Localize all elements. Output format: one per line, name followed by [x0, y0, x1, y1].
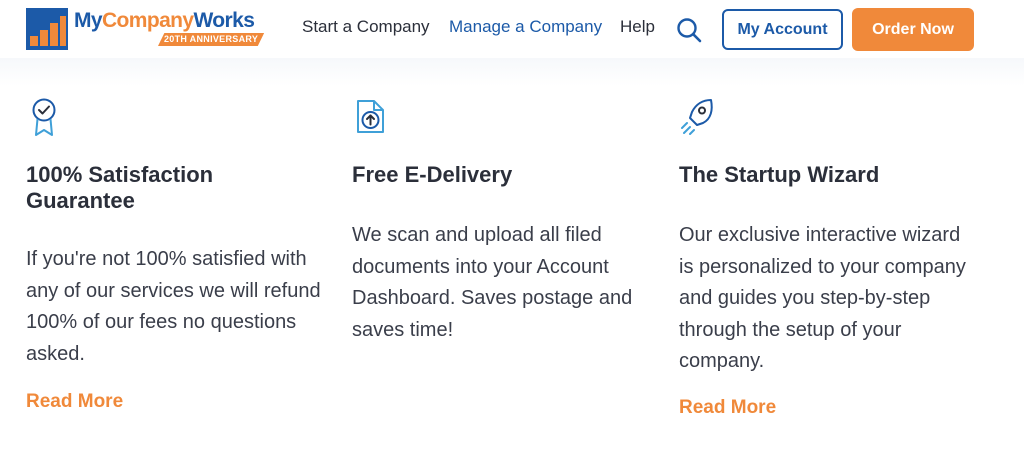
- company-logo[interactable]: MyCompanyWorks 20TH ANNIVERSARY: [26, 8, 266, 50]
- feature-description: Our exclusive interactive wizard is pers…: [679, 224, 966, 372]
- award-ribbon-check-icon: [32, 98, 56, 136]
- feature-description: If you're not 100% satisfied with any of…: [26, 248, 321, 365]
- logo-word-company: Company: [101, 9, 194, 32]
- nav-start-a-company[interactable]: Start a Company: [302, 16, 430, 38]
- bar-chart-logo-icon: [26, 8, 68, 50]
- nav-manage-a-company[interactable]: Manage a Company: [449, 16, 602, 38]
- feature-title: Free E-Delivery: [352, 162, 513, 187]
- document-upload-icon: [357, 100, 384, 133]
- order-now-button[interactable]: Order Now: [852, 8, 974, 51]
- my-account-button[interactable]: My Account: [722, 9, 843, 50]
- feature-title: 100% Satisfaction Guarantee: [26, 162, 214, 213]
- logo-wordmark: MyCompanyWorks: [74, 9, 255, 33]
- nav-help[interactable]: Help: [620, 16, 655, 38]
- anniversary-badge: 20TH ANNIVERSARY: [158, 33, 265, 46]
- logo-word-my: My: [74, 9, 103, 32]
- feature-title: The Startup Wizard: [679, 162, 880, 187]
- read-more-link[interactable]: Read More: [679, 396, 776, 420]
- rocket-icon: [681, 99, 713, 135]
- search-icon[interactable]: [676, 17, 702, 43]
- site-header: MyCompanyWorks 20TH ANNIVERSARY Start a …: [0, 0, 1024, 58]
- features-section: 100% Satisfaction Guarantee If you're no…: [0, 58, 1024, 462]
- feature-description: We scan and upload all filed documents i…: [352, 224, 633, 341]
- read-more-link[interactable]: Read More: [26, 390, 123, 414]
- logo-word-works: Works: [193, 9, 255, 32]
